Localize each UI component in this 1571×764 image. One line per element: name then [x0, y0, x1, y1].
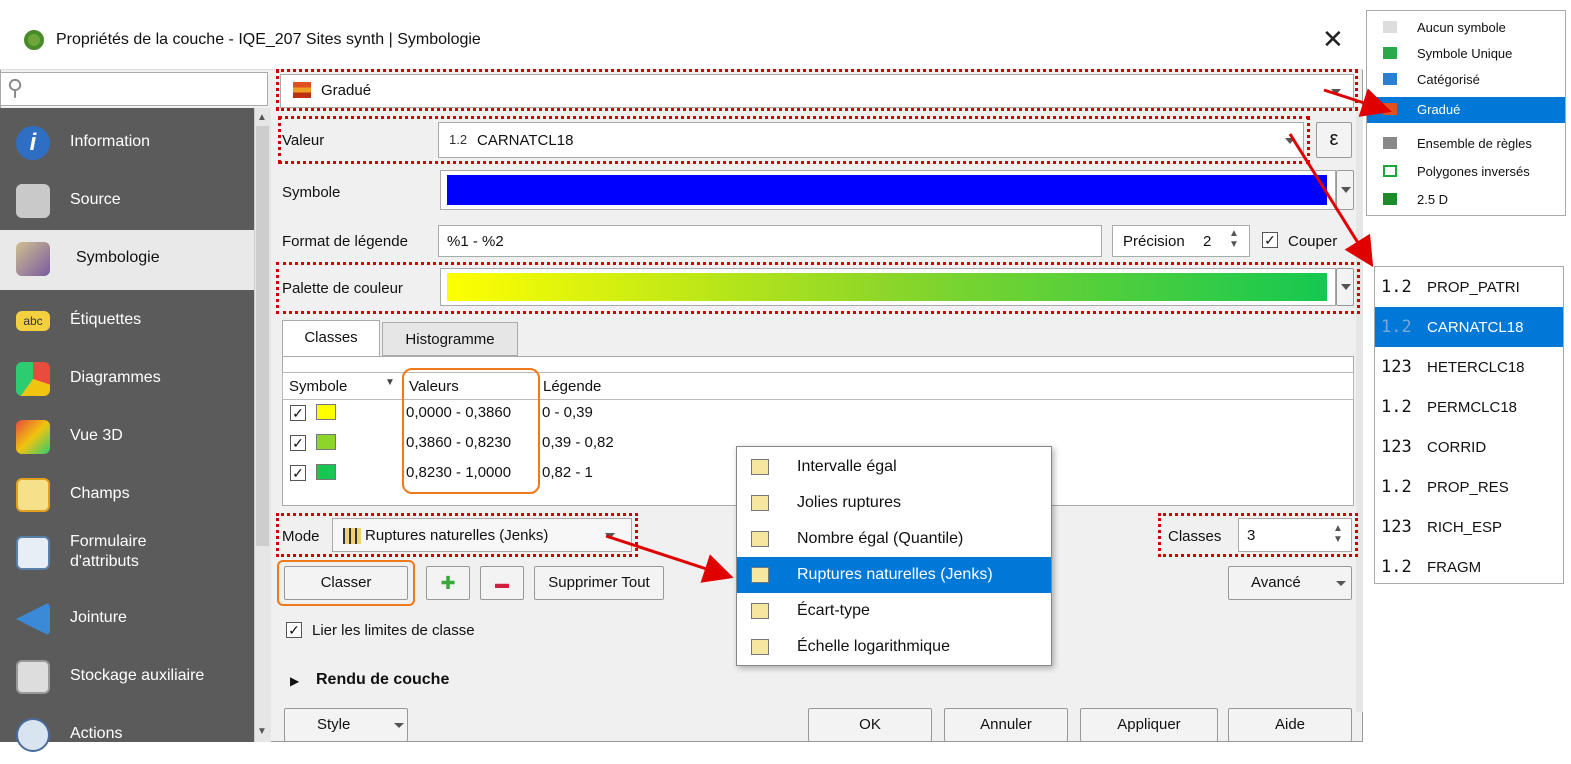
- arrow-to-field-list: [1288, 133, 1374, 268]
- arrow-to-mode-popup: [605, 534, 734, 583]
- arrow-to-renderer-menu: [1323, 88, 1392, 117]
- annotation-arrows: [605, 88, 1392, 583]
